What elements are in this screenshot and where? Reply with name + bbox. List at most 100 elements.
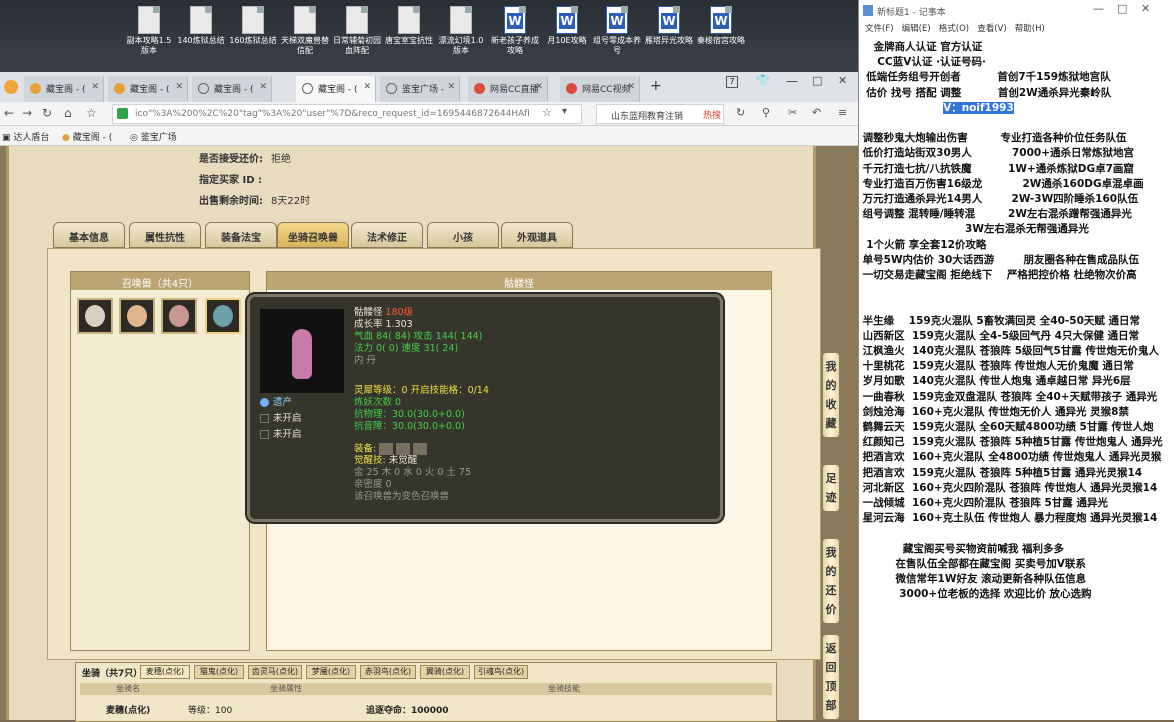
desktop-file-label: 月10E攻略 xyxy=(547,36,587,45)
browser-tab[interactable]: 藏宝阁 - ( ✕ xyxy=(192,76,272,102)
reload-icon[interactable]: ↻ xyxy=(42,106,52,120)
notepad-icon xyxy=(863,5,873,16)
desktop-file-icon[interactable]: 雁塔异光攻略 xyxy=(644,6,694,46)
notepad-line: 一战倾城 160+克火四阶混队 苍狼阵 5甘露 通异光 xyxy=(859,497,1108,509)
forward-icon[interactable]: → xyxy=(22,106,32,120)
footprint-button[interactable]: 足迹 xyxy=(822,464,840,512)
remain-label: 出售剩余时间: xyxy=(199,196,263,207)
mount-tab[interactable]: 翼骑(点化) xyxy=(420,665,470,679)
lianyao-count: 炼妖次数 0 xyxy=(354,397,402,408)
close-icon[interactable]: ✕ xyxy=(259,82,267,92)
tab-equipment[interactable]: 装备法宝 xyxy=(205,222,277,248)
bookmark-item[interactable]: ▣ 达人盾台 xyxy=(2,130,49,143)
browser-logo-icon[interactable] xyxy=(4,80,18,94)
maximize-icon[interactable]: □ xyxy=(1117,2,1127,15)
mount-tab[interactable]: 引魂鸟(点化) xyxy=(474,665,528,679)
tab-basic-info[interactable]: 基本信息 xyxy=(53,222,125,248)
pet-avatar[interactable] xyxy=(77,298,113,334)
pet-avatar-selected[interactable] xyxy=(205,298,241,334)
tab-label: 藏宝阁 - ( xyxy=(214,85,254,95)
pet-level: 180级 xyxy=(385,307,414,318)
pet-avatar[interactable] xyxy=(161,298,197,334)
hot-badge: 热搜 xyxy=(702,111,721,121)
desktop-file-icon[interactable]: 漂流幻境1.0版本 xyxy=(436,6,486,56)
home-icon[interactable]: ⌂ xyxy=(64,106,72,120)
bookmark-label: 鉴宝广场 xyxy=(140,133,177,143)
close-icon[interactable]: ✕ xyxy=(447,82,455,92)
tab-spell-fix[interactable]: 法术修正 xyxy=(351,222,423,248)
cut-icon[interactable]: ✂ xyxy=(788,106,797,119)
tab-appearance[interactable]: 外观道具 xyxy=(501,222,573,248)
pet-avatar[interactable] xyxy=(119,298,155,334)
mount-tab[interactable]: 猫鬼(点化) xyxy=(194,665,244,679)
search-icon[interactable]: ⚲ xyxy=(762,106,770,119)
browser-tab[interactable]: 网易CC直播 ✕ xyxy=(468,76,548,102)
desktop-file-icon[interactable]: 日常辅菊初园血阵配 xyxy=(332,6,382,56)
undo-icon[interactable]: ↶ xyxy=(812,106,821,119)
notepad-line: 把酒言欢 159克火混队 苍狼阵 5种植5甘露 通异光灵猴14 xyxy=(859,466,1143,479)
dropdown-icon[interactable]: ▾ xyxy=(562,106,567,117)
back-icon[interactable]: ← xyxy=(4,106,14,120)
mount-tab[interactable]: 梦魇(点化) xyxy=(306,665,356,679)
tab-label: 藏宝阁 - ( xyxy=(318,85,358,95)
tab-counter[interactable]: 7 xyxy=(726,76,738,88)
shield-icon xyxy=(117,108,128,119)
pet-model-image xyxy=(260,309,344,393)
desktop-file-icon[interactable]: 140炼狱总结 xyxy=(176,6,226,46)
bookmark-item[interactable]: ● 藏宝阁 - ( xyxy=(62,130,112,143)
tab-child[interactable]: 小孩 xyxy=(427,222,499,248)
menu-icon[interactable]: ≡ xyxy=(838,106,847,119)
my-favorites-button[interactable]: 我的收藏 xyxy=(822,352,840,438)
menu-format[interactable]: 格式(O) xyxy=(939,24,969,34)
bookmark-star-icon[interactable]: ☆ xyxy=(86,106,97,120)
new-tab-button[interactable]: + xyxy=(650,78,662,94)
my-bargain-button[interactable]: 我的还价 xyxy=(822,538,840,624)
desktop-file-label: 160炼狱总结 xyxy=(229,36,277,45)
menu-view[interactable]: 查看(V) xyxy=(977,24,1006,34)
desktop-file-icon[interactable]: 秦梭宿宫攻略 xyxy=(696,6,746,46)
pet-mp-speed: 法力 0( 0) 速度 31( 24) xyxy=(354,343,459,354)
close-icon[interactable]: ✕ xyxy=(363,82,371,92)
menu-edit[interactable]: 编辑(E) xyxy=(902,24,931,34)
desktop-file-icon[interactable]: 天梯双魔兽替信配 xyxy=(280,6,330,56)
word-doc-icon xyxy=(504,6,526,34)
search-input[interactable]: 山东蓝翔教育注销 热搜 xyxy=(596,104,724,124)
juexing-line: 觉醒技: 未觉醒 xyxy=(354,455,417,467)
close-icon[interactable]: ✕ xyxy=(535,82,543,92)
minimize-icon[interactable]: — xyxy=(786,74,798,88)
close-icon[interactable]: ✕ xyxy=(627,82,635,92)
favorite-star-icon[interactable]: ☆ xyxy=(542,106,552,119)
close-icon[interactable]: ✕ xyxy=(1141,2,1150,15)
desktop-file-icon[interactable]: 160炼狱总结 xyxy=(228,6,278,46)
browser-tab[interactable]: 鉴宝广场 - ✕ xyxy=(380,76,460,102)
browser-tab-active[interactable]: 藏宝阁 - ( ✕ xyxy=(296,76,376,102)
tab-mounts-pets[interactable]: 坐骑召唤兽 xyxy=(277,222,349,248)
browser-tab[interactable]: 网易CC视频 ✕ xyxy=(560,76,640,102)
back-to-top-button[interactable]: 返回顶部 xyxy=(822,634,840,720)
close-icon[interactable]: ✕ xyxy=(175,82,183,92)
desktop-file-icon[interactable]: 月10E攻略 xyxy=(542,6,592,46)
desktop-file-icon[interactable]: 副本攻略1.5版本 xyxy=(124,6,174,56)
shirt-icon[interactable]: 👕 xyxy=(756,74,770,87)
bookmark-item[interactable]: ◎ 鉴宝广场 xyxy=(130,130,177,143)
mount-tab[interactable]: 赤羽鸟(点化) xyxy=(360,665,416,679)
minimize-icon[interactable]: — xyxy=(1093,2,1104,15)
close-window-icon[interactable]: ✕ xyxy=(838,74,847,87)
notepad-line: 星河云海 160+克土队伍 传世炮人 暴力程度炮 通异光灵猴14 xyxy=(859,512,1158,525)
notepad-text-area[interactable]: 金牌商人认证 官方认证 CC蓝V认证 ·认证号码· 低端任务组号开创者 首创7千… xyxy=(859,40,1174,720)
mount-tab[interactable]: 齿灵马(点化) xyxy=(248,665,302,679)
desktop-file-icon[interactable]: 唐宝室宝抗性 xyxy=(384,6,434,46)
browser-tab[interactable]: 藏宝阁 - (✕ xyxy=(24,76,104,102)
tab-attributes[interactable]: 属性抗性 xyxy=(129,222,201,248)
desktop-file-icon[interactable]: 组号零成本养号 xyxy=(592,6,642,56)
desktop-file-icon[interactable]: 新老孩子养成攻略 xyxy=(490,6,540,56)
browser-tab[interactable]: 藏宝阁 - (✕ xyxy=(108,76,188,102)
mount-tab[interactable]: 麦穗(点化) xyxy=(140,665,190,679)
close-icon[interactable]: ✕ xyxy=(91,82,99,92)
tab-label: 网易CC视频 xyxy=(582,85,631,95)
url-input[interactable]: ico"%3A%200%2C%20"tag"%3A%20"user"%7D&re… xyxy=(112,104,582,124)
maximize-icon[interactable]: □ xyxy=(812,74,822,87)
menu-file[interactable]: 文件(F) xyxy=(865,24,894,34)
refresh-icon[interactable]: ↻ xyxy=(736,106,745,119)
menu-help[interactable]: 帮助(H) xyxy=(1015,24,1045,34)
